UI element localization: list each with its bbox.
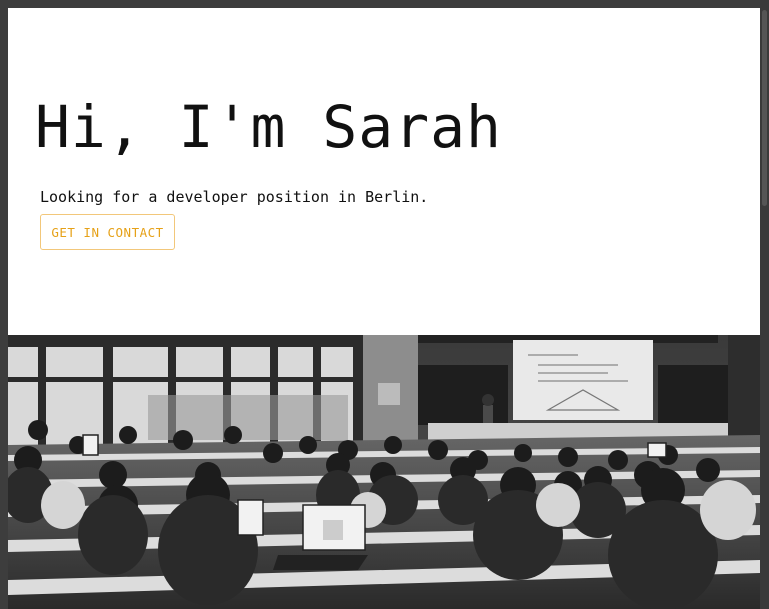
- page-title: Hi, I'm Sarah: [35, 93, 502, 161]
- browser-frame: Hi, I'm Sarah Looking for a developer po…: [0, 0, 769, 609]
- page: Hi, I'm Sarah Looking for a developer po…: [8, 8, 760, 609]
- hero-section: Hi, I'm Sarah Looking for a developer po…: [8, 8, 760, 335]
- photo-illustration: [8, 335, 760, 609]
- scrollbar[interactable]: [760, 0, 769, 609]
- hero-subtitle: Looking for a developer position in Berl…: [40, 188, 429, 206]
- scrollbar-thumb[interactable]: [762, 10, 767, 206]
- get-in-contact-button[interactable]: GET IN CONTACT: [40, 214, 175, 250]
- lecture-hall-photo-icon: [8, 335, 760, 609]
